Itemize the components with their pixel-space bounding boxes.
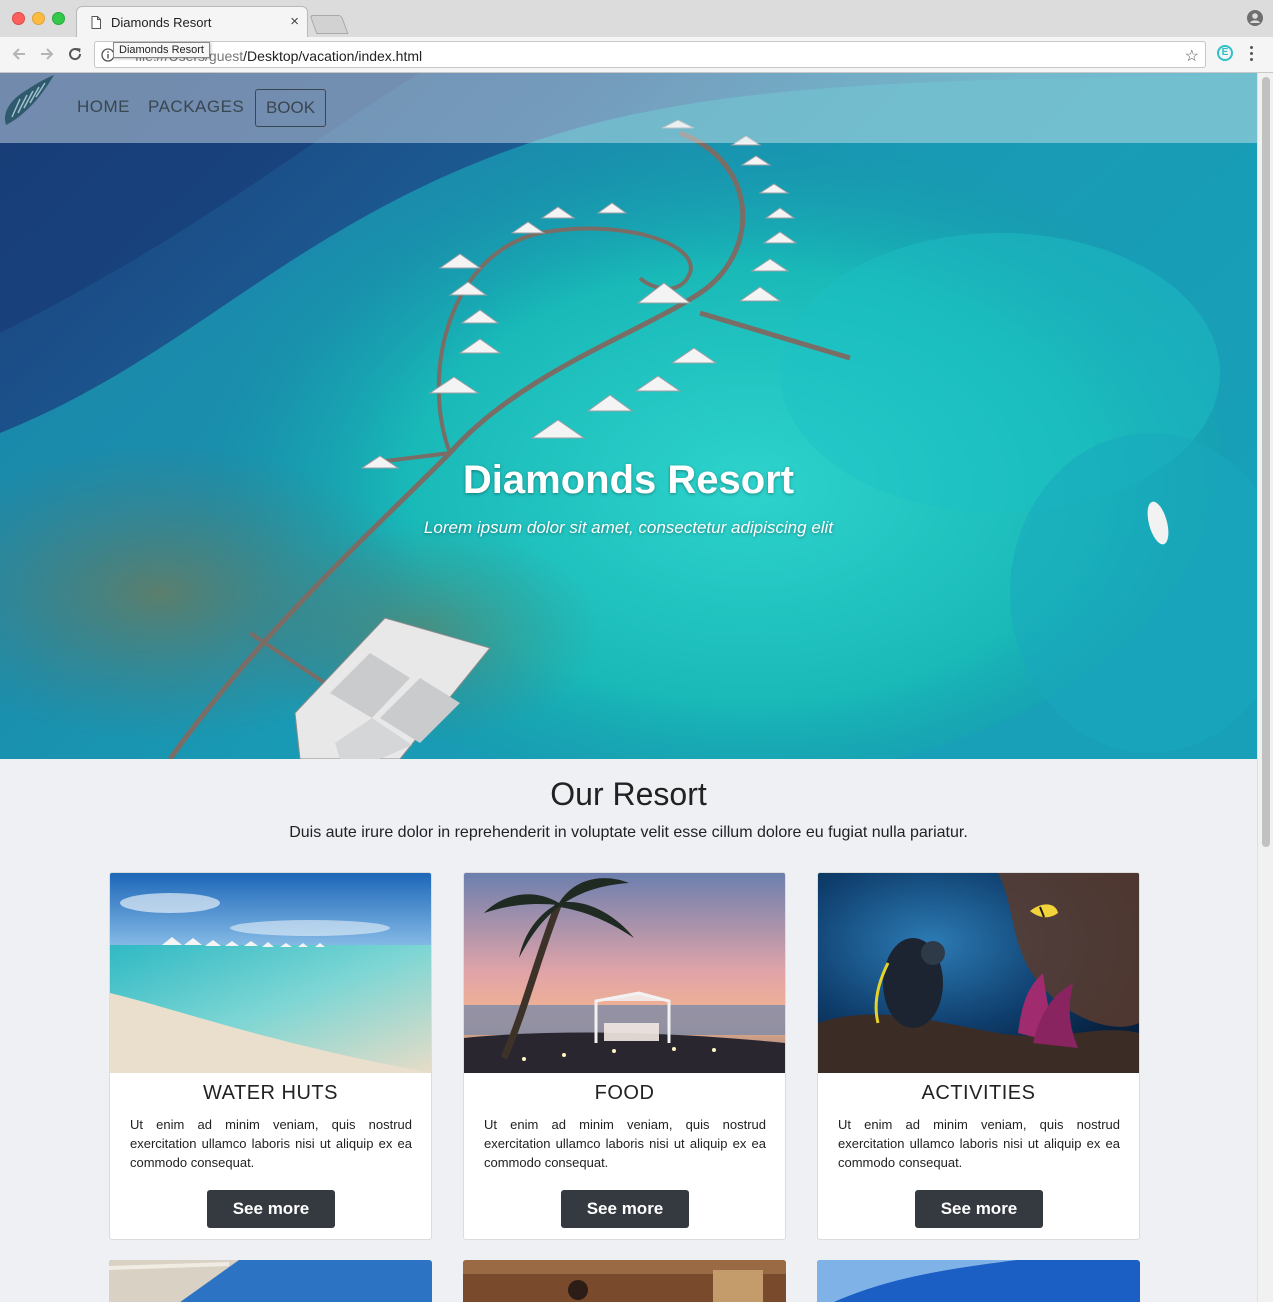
forward-arrow-icon[interactable] [38,45,56,63]
section-title: Our Resort [550,776,707,812]
nav-packages-link[interactable]: PACKAGES [148,97,244,117]
activities-image [818,873,1139,1073]
tab-tooltip: Diamonds Resort [113,42,210,58]
new-tab-button[interactable] [309,15,349,34]
address-bar[interactable]: file:///Users/guest/Desktop/vacation/ind… [94,41,1206,68]
hero-section: HOME PACKAGES BOOK Diamonds Resort Lorem… [0,73,1257,759]
browser-tab[interactable]: Diamonds Resort × [76,6,308,37]
card-title: WATER HUTS [203,1082,338,1104]
food-image [464,873,785,1073]
see-more-button[interactable]: See more [207,1190,335,1228]
card-text: Ut enim ad minim veniam, quis nostrud ex… [838,1117,1120,1170]
reload-icon[interactable] [66,45,84,63]
card-text: Ut enim ad minim veniam, quis nostrud ex… [130,1117,412,1170]
minimize-window-button[interactable] [32,12,45,25]
card-food: FOOD Ut enim ad minim veniam, quis nostr… [463,872,786,1240]
card-row2-image-2 [463,1260,786,1302]
card-text: Ut enim ad minim veniam, quis nostrud ex… [484,1117,766,1170]
card-title: ACTIVITIES [921,1082,1036,1104]
page-viewport: HOME PACKAGES BOOK Diamonds Resort Lorem… [0,73,1257,1302]
back-arrow-icon[interactable] [10,45,28,63]
hero-title: Diamonds Resort [462,458,795,502]
water-huts-image [110,873,431,1073]
card-activities: ACTIVITIES Ut enim ad minim veniam, quis… [817,872,1140,1240]
scrollbar-thumb[interactable] [1262,77,1270,847]
browser-tab-bar: Diamonds Resort × [0,0,1273,37]
see-more-button[interactable]: See more [915,1190,1043,1228]
url-path: /Desktop/vacation/index.html [243,48,423,64]
zoom-window-button[interactable] [52,12,65,25]
document-icon [91,16,101,29]
card-row2-image-3 [817,1260,1140,1302]
profile-icon[interactable] [1247,10,1263,26]
nav-home-link[interactable]: HOME [77,97,130,117]
page-scrollbar[interactable] [1257,73,1273,1302]
site-navbar: HOME PACKAGES BOOK [0,73,1257,143]
hero-subtitle: Lorem ipsum dolor sit amet, consectetur … [423,518,834,537]
close-tab-icon[interactable]: × [290,13,299,30]
close-window-button[interactable] [12,12,25,25]
section-subtitle: Duis aute irure dolor in reprehenderit i… [289,824,968,841]
card-title: FOOD [594,1082,655,1104]
nav-book-button[interactable]: BOOK [255,89,326,127]
hero-aerial-image [0,73,1257,759]
bookmark-star-icon[interactable]: ☆ [1185,46,1199,66]
tab-title: Diamonds Resort [111,15,212,30]
extension-icon[interactable]: E [1217,45,1233,61]
seashell-logo-icon[interactable] [0,73,56,129]
card-row2-image-1 [109,1260,432,1302]
kebab-menu-icon[interactable] [1250,46,1253,64]
see-more-button[interactable]: See more [561,1190,689,1228]
card-water-huts: WATER HUTS Ut enim ad minim veniam, quis… [109,872,432,1240]
